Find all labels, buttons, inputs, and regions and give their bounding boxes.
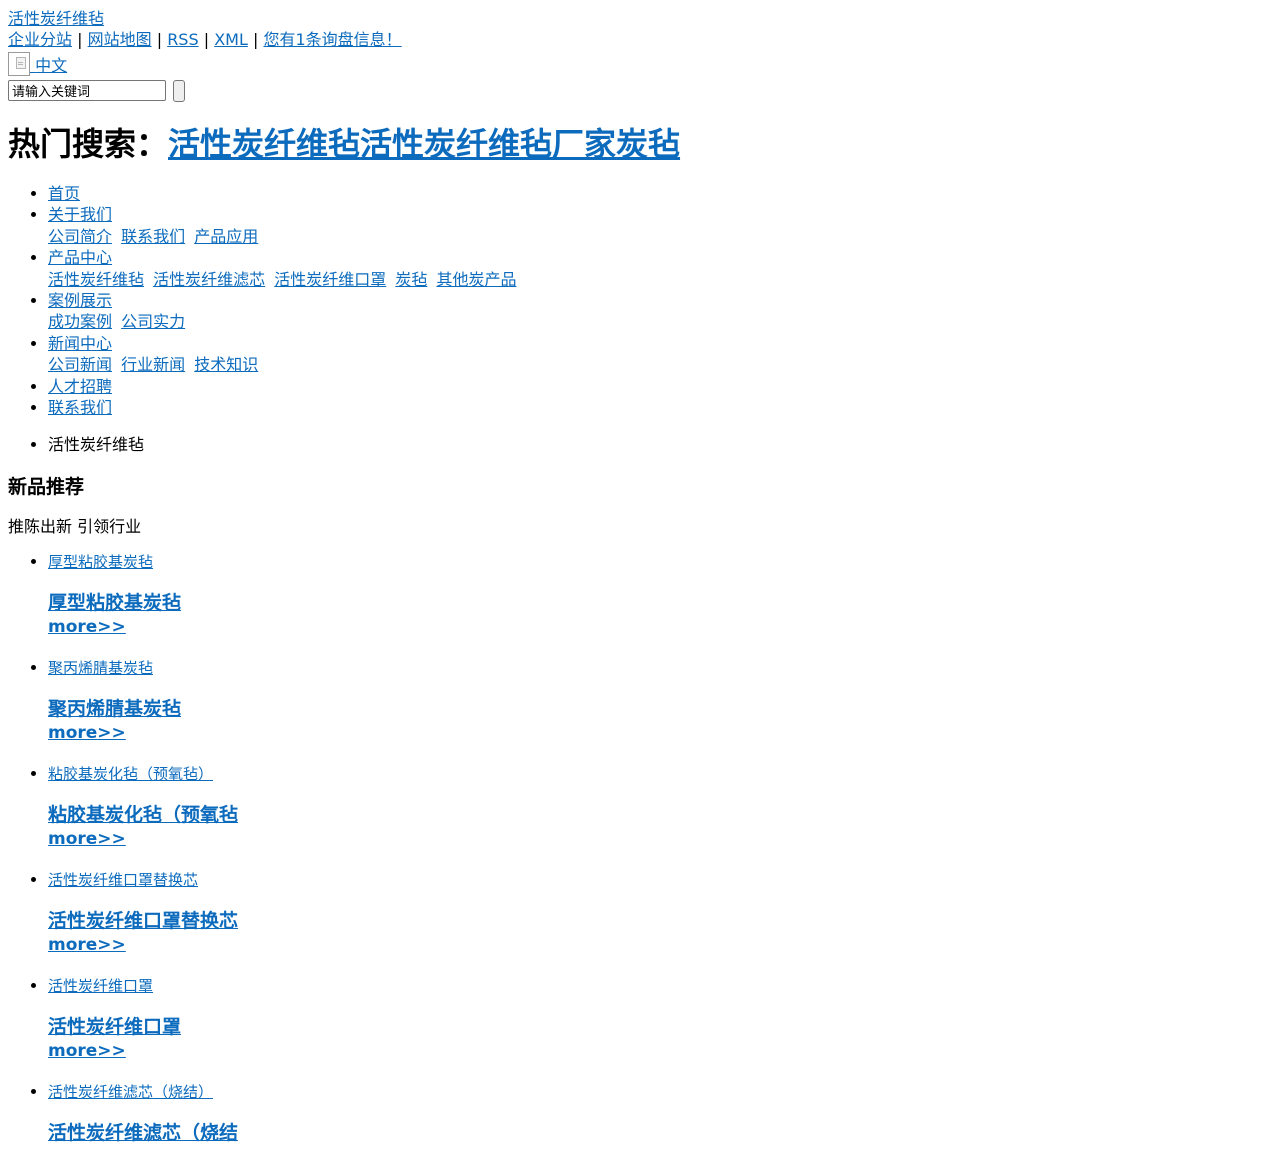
site-title-row: 活性炭纤维毡 (8, 8, 1272, 29)
product-image-link[interactable]: 聚丙烯腈基炭毡 (48, 659, 153, 677)
product-title: 聚丙烯腈基炭毡 (48, 697, 1272, 722)
top-links-bar: 企业分站 | 网站地图 | RSS | XML | 您有1条询盘信息！ (8, 29, 1272, 50)
product-item: 厚型粘胶基炭毡 厚型粘胶基炭毡 more>> (48, 551, 1272, 657)
product-title: 粘胶基炭化毡（预氧毡 (48, 803, 1272, 828)
site-title-link[interactable]: 活性炭纤维毡 (8, 8, 104, 29)
nav-link-products[interactable]: 产品中心 (48, 248, 112, 267)
separator: | (156, 30, 163, 49)
section-subtitle: 推陈出新 引领行业 (8, 517, 142, 537)
product-title: 活性炭纤维滤芯（烧结 (48, 1121, 1272, 1146)
rss-link[interactable]: RSS (167, 30, 198, 49)
nav-submenu-products: 活性炭纤维毡 活性炭纤维滤芯 活性炭纤维口罩 炭毡 其他炭产品 (48, 269, 1272, 290)
more-link[interactable]: more>> (48, 616, 126, 638)
nav-sublink[interactable]: 炭毡 (395, 270, 427, 289)
inquiry-message-link[interactable]: 您有1条询盘信息！ (263, 30, 401, 49)
nav-sublink[interactable]: 其他炭产品 (436, 270, 516, 289)
nav-sublink[interactable]: 公司实力 (121, 312, 185, 331)
product-item: 聚丙烯腈基炭毡 聚丙烯腈基炭毡 more>> (48, 657, 1272, 763)
nav-sublink[interactable]: 活性炭纤维毡 (48, 270, 144, 289)
separator: | (77, 30, 83, 49)
nav-link-home[interactable]: 首页 (48, 184, 80, 203)
breadcrumb-item: 活性炭纤维毡 (48, 434, 1272, 455)
nav-item-products: 产品中心 活性炭纤维毡 活性炭纤维滤芯 活性炭纤维口罩 炭毡 其他炭产品 (48, 247, 1272, 290)
nav-submenu-about: 公司简介 联系我们 产品应用 (48, 226, 1272, 247)
nav-sublink[interactable]: 公司新闻 (48, 355, 112, 374)
product-image-link[interactable]: 活性炭纤维口罩替换芯 (48, 871, 198, 889)
more-link[interactable]: more>> (48, 1040, 126, 1062)
search-input[interactable] (8, 80, 166, 101)
nav-link-careers[interactable]: 人才招聘 (48, 377, 112, 396)
page: 活性炭纤维毡 企业分站 | 网站地图 | RSS | XML | 您有1条询盘信… (0, 0, 1280, 1146)
search-bar (8, 79, 1272, 103)
breadcrumb: 活性炭纤维毡 (8, 434, 1272, 455)
nav-link-news[interactable]: 新闻中心 (48, 334, 112, 353)
language-link[interactable]: 中文 (8, 52, 68, 76)
hot-keyword-link[interactable]: 活性炭纤维毡 (168, 125, 360, 163)
separator: | (203, 30, 210, 49)
product-title-link[interactable]: 厚型粘胶基炭毡 (48, 592, 181, 614)
language-label: 中文 (35, 56, 68, 75)
product-title: 厚型粘胶基炭毡 (48, 591, 1272, 616)
nav-link-cases[interactable]: 案例展示 (48, 291, 112, 310)
nav-sublink[interactable]: 公司简介 (48, 227, 112, 246)
product-title-link[interactable]: 活性炭纤维口罩 (48, 1016, 181, 1038)
search-button[interactable] (173, 79, 186, 102)
sitemap-link[interactable]: 网站地图 (88, 30, 152, 49)
xml-link[interactable]: XML (214, 30, 248, 49)
main-nav: 首页 关于我们 公司简介 联系我们 产品应用 产品中心 活性炭纤维毡 活性炭纤维… (8, 183, 1272, 418)
nav-sublink[interactable]: 产品应用 (194, 227, 258, 246)
product-title-link[interactable]: 聚丙烯腈基炭毡 (48, 698, 181, 720)
nav-item-news: 新闻中心 公司新闻 行业新闻 技术知识 (48, 333, 1272, 376)
more-link[interactable]: more>> (48, 934, 126, 956)
section-title: 新品推荐 (8, 476, 85, 499)
nav-item-careers: 人才招聘 (48, 376, 1272, 397)
nav-link-about[interactable]: 关于我们 (48, 205, 112, 224)
nav-sublink[interactable]: 技术知识 (194, 355, 258, 374)
separator: | (252, 30, 259, 49)
nav-sublink[interactable]: 联系我们 (121, 227, 185, 246)
hot-keyword-link[interactable]: 炭毡 (616, 125, 680, 163)
nav-link-contact[interactable]: 联系我们 (48, 398, 112, 417)
product-image-link[interactable]: 活性炭纤维滤芯（烧结） (48, 1083, 213, 1101)
hot-search: 热门搜索：活性炭纤维毡活性炭纤维毡厂家炭毡 (8, 124, 1272, 164)
nav-sublink[interactable]: 成功案例 (48, 312, 112, 331)
product-image-link[interactable]: 粘胶基炭化毡（预氧毡） (48, 765, 213, 783)
product-item: 活性炭纤维口罩 活性炭纤维口罩 more>> (48, 975, 1272, 1081)
hot-keyword-link[interactable]: 活性炭纤维毡厂家 (360, 125, 616, 163)
language-switch: 中文 (8, 52, 1272, 78)
product-title: 活性炭纤维口罩 (48, 1015, 1272, 1040)
product-item: 活性炭纤维滤芯（烧结） 活性炭纤维滤芯（烧结 (48, 1081, 1272, 1146)
nav-sublink[interactable]: 活性炭纤维口罩 (274, 270, 386, 289)
hot-search-label: 热门搜索： (8, 125, 169, 163)
more-link[interactable]: more>> (48, 722, 126, 744)
nav-sublink[interactable]: 行业新闻 (121, 355, 185, 374)
nav-sublink[interactable]: 活性炭纤维滤芯 (153, 270, 265, 289)
product-item: 粘胶基炭化毡（预氧毡） 粘胶基炭化毡（预氧毡 more>> (48, 763, 1272, 869)
product-list: 厚型粘胶基炭毡 厚型粘胶基炭毡 more>> 聚丙烯腈基炭毡 聚丙烯腈基炭毡 m… (8, 551, 1272, 1146)
product-image-link[interactable]: 活性炭纤维口罩 (48, 977, 153, 995)
product-title: 活性炭纤维口罩替换芯 (48, 909, 1272, 934)
broken-image-icon (8, 52, 30, 76)
nav-submenu-cases: 成功案例 公司实力 (48, 311, 1272, 332)
product-title-link[interactable]: 活性炭纤维滤芯（烧结 (48, 1122, 238, 1144)
product-item: 活性炭纤维口罩替换芯 活性炭纤维口罩替换芯 more>> (48, 869, 1272, 975)
nav-submenu-news: 公司新闻 行业新闻 技术知识 (48, 354, 1272, 375)
nav-item-contact: 联系我们 (48, 397, 1272, 418)
product-title-link[interactable]: 粘胶基炭化毡（预氧毡 (48, 804, 238, 826)
more-link[interactable]: more>> (48, 828, 126, 850)
branch-sites-link[interactable]: 企业分站 (8, 30, 72, 49)
nav-item-about: 关于我们 公司简介 联系我们 产品应用 (48, 204, 1272, 247)
product-title-link[interactable]: 活性炭纤维口罩替换芯 (48, 910, 238, 932)
nav-item-cases: 案例展示 成功案例 公司实力 (48, 290, 1272, 333)
nav-item-home: 首页 (48, 183, 1272, 204)
product-image-link[interactable]: 厚型粘胶基炭毡 (48, 553, 153, 571)
